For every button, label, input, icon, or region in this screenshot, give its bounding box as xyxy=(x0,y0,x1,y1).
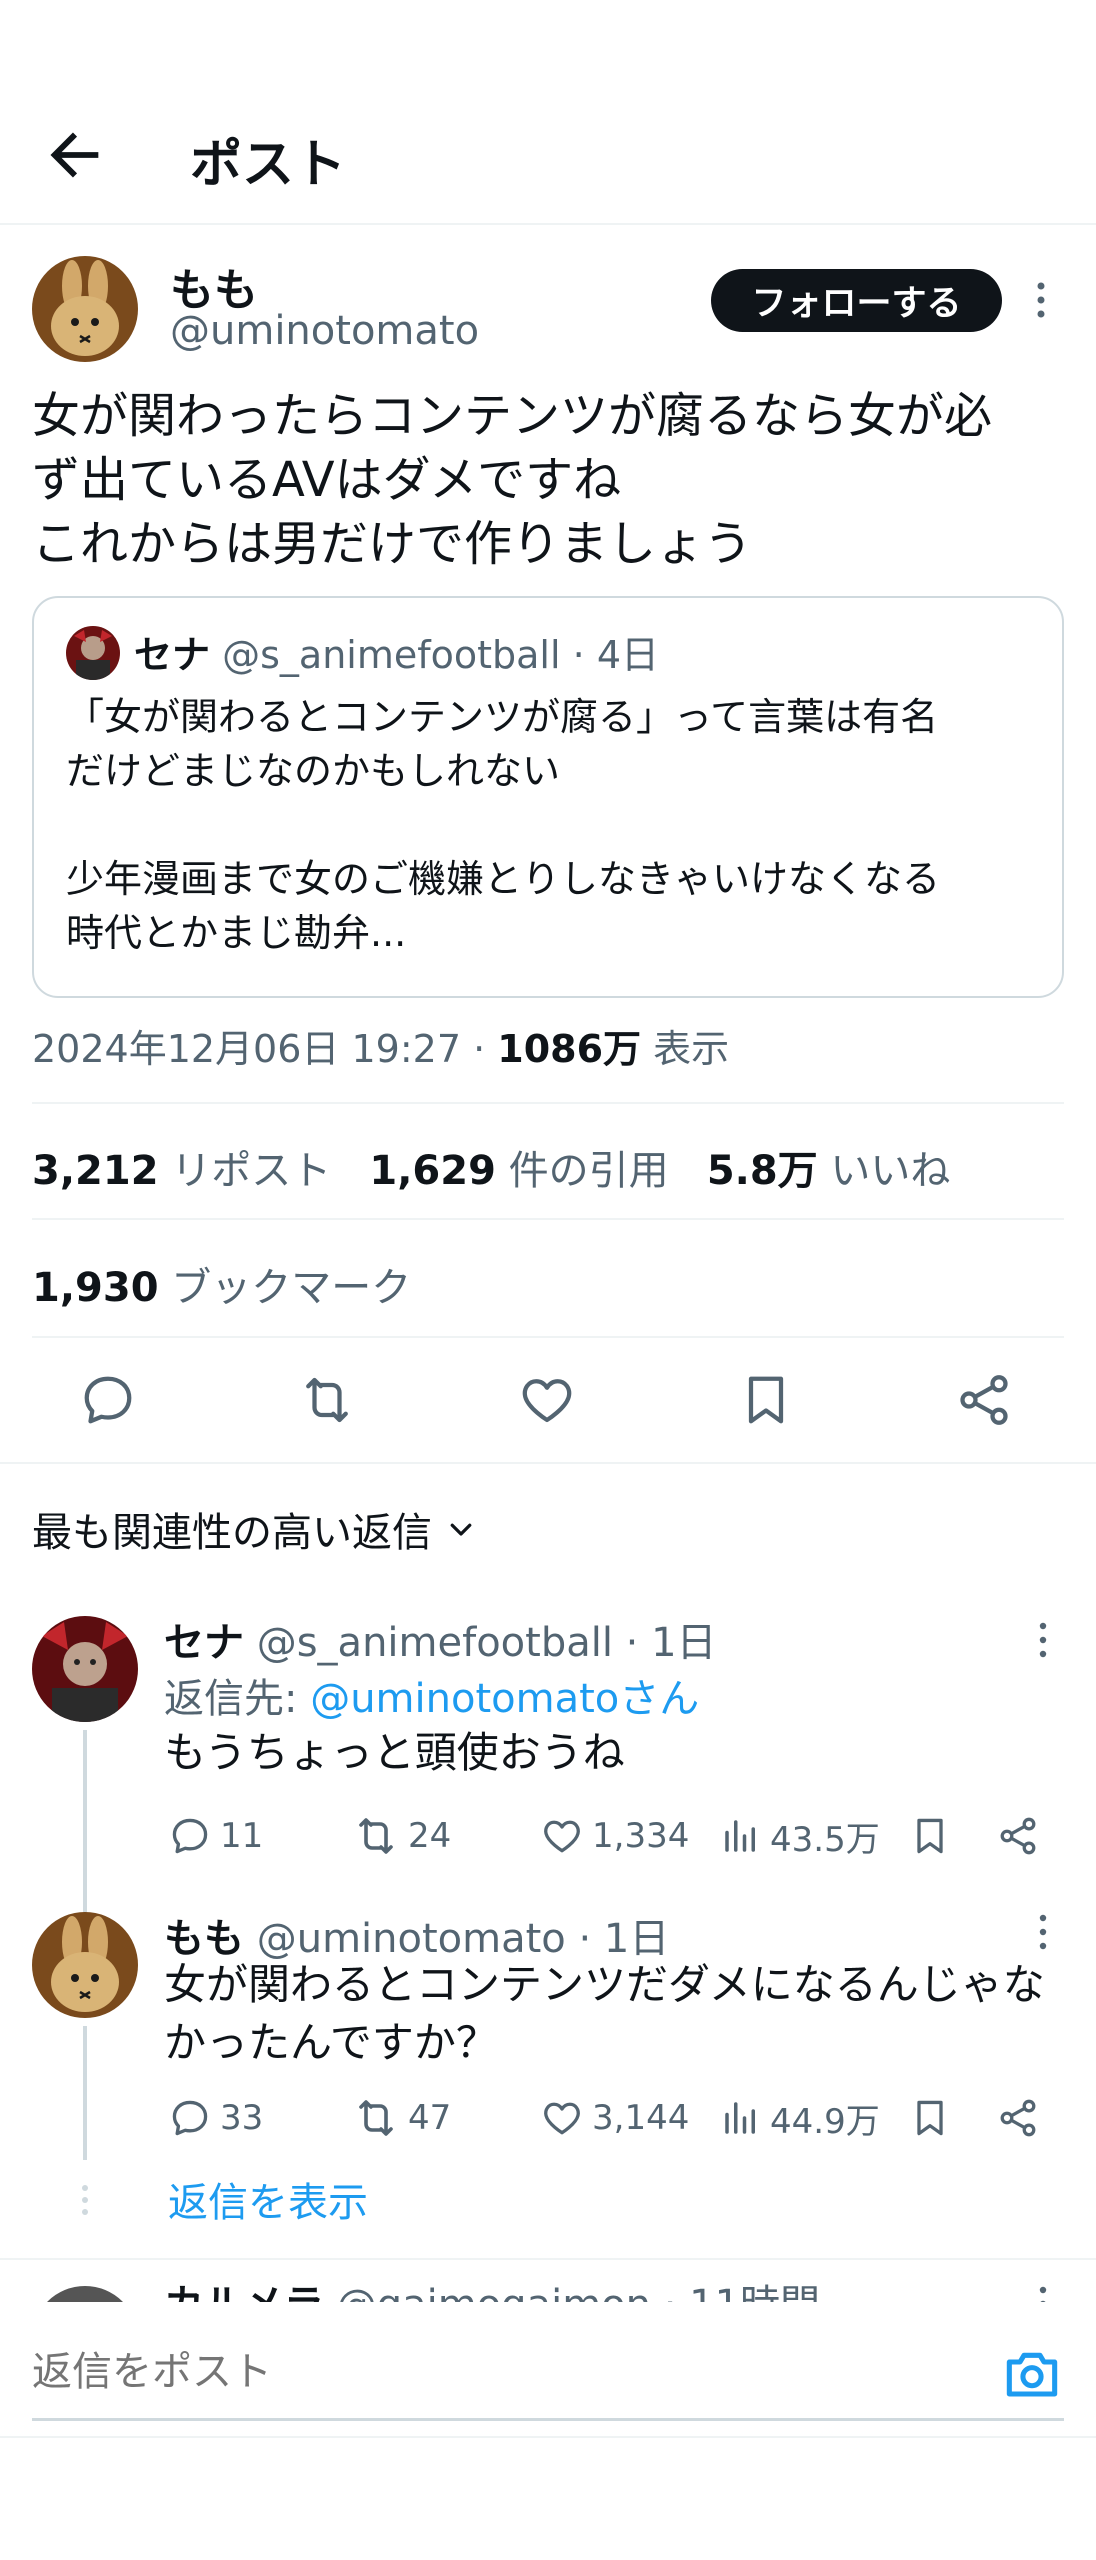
like-count: 1,334 xyxy=(592,1816,690,1856)
avatar[interactable] xyxy=(32,1616,138,1722)
separator-dot: · xyxy=(572,633,585,677)
quotes-count: 1,629 xyxy=(369,1148,496,1194)
divider xyxy=(0,1462,1096,1464)
quoted-author-name: セナ xyxy=(134,633,211,677)
thread-line xyxy=(83,1730,87,1916)
more-vertical-icon[interactable] xyxy=(1028,1618,1058,1662)
divider xyxy=(0,2258,1096,2260)
reply-count: 11 xyxy=(220,1816,264,1856)
reply-author-handle[interactable]: @s_animefootball xyxy=(257,1620,613,1666)
more-vertical-icon[interactable] xyxy=(1026,276,1056,324)
likes-label: いいね xyxy=(830,1148,951,1194)
bookmarks-count: 1,930 xyxy=(32,1265,159,1311)
bookmarks-label: ブックマーク xyxy=(171,1265,412,1311)
post-datetime: 2024年12月06日 19:27 xyxy=(32,1027,462,1071)
quoted-author-handle: @s_animefootball xyxy=(222,633,561,677)
reply-meta: セナ @s_animefootball · 1日 xyxy=(164,1610,717,1668)
reply-input-underline xyxy=(32,2418,1064,2421)
divider xyxy=(32,1336,1064,1338)
bookmark-icon[interactable] xyxy=(908,1814,952,1858)
reply-sort-dropdown[interactable]: 最も関連性の高い返信 xyxy=(32,1500,476,1558)
chevron-down-icon xyxy=(446,1514,476,1544)
comment-icon xyxy=(172,1818,208,1854)
views-count: 43.5万 xyxy=(770,1819,880,1860)
reply-to-prefix: 返信先: xyxy=(164,1676,311,1722)
sort-label: 最も関連性の高い返信 xyxy=(32,1510,432,1556)
reply-text: 女が関わるとコンテンツだダメになるんじゃな かったんですか？ xyxy=(164,1960,1045,2067)
like-count: 3,144 xyxy=(592,2098,690,2138)
more-vertical-icon[interactable] xyxy=(1028,1910,1058,1954)
thread-dots-icon xyxy=(78,2182,92,2218)
bar-chart-icon xyxy=(725,1820,755,1852)
arrow-left-icon[interactable] xyxy=(40,120,110,190)
quoted-post-text: 「女が関わるとコンテンツが腐る」って言葉は有名 だけどまじなのかもしれない 少年… xyxy=(66,695,941,955)
quoted-post-time: 4日 xyxy=(596,633,659,677)
divider xyxy=(32,1218,1064,1220)
share-icon[interactable] xyxy=(954,1370,1014,1430)
page-title: ポスト xyxy=(190,135,347,195)
likes-stat[interactable]: 5.8万 いいね xyxy=(707,1148,951,1194)
reply-views-button[interactable]: 43.5万 xyxy=(720,1812,880,1861)
bookmarks-stat: 1,930 ブックマーク xyxy=(32,1255,411,1313)
quoted-post-card[interactable]: セナ @s_animefootball · 4日 「女が関わるとコンテンツが腐る… xyxy=(32,596,1064,998)
reply-input[interactable] xyxy=(32,2342,982,2402)
bar-chart-icon xyxy=(725,2102,755,2134)
comment-icon xyxy=(172,2100,208,2136)
reply-text: もうちょっと頭使おうね xyxy=(164,1728,625,1777)
separator-dot: · xyxy=(473,1027,486,1071)
author-handle[interactable]: @uminotomato xyxy=(170,308,479,354)
share-icon[interactable] xyxy=(996,1814,1040,1858)
thread-line xyxy=(83,2026,87,2160)
views-label: 表示 xyxy=(653,1027,730,1071)
separator-dot: · xyxy=(625,1620,639,1666)
reposts-label: リポスト xyxy=(171,1148,332,1194)
post-text: 女が関わったらコンテンツが腐るなら女が必 ず出ているAVはダメですね これからは… xyxy=(32,388,993,572)
reposts-count: 3,212 xyxy=(32,1148,159,1194)
views-count: 44.9万 xyxy=(770,2101,880,2142)
bookmark-icon[interactable] xyxy=(908,2096,952,2140)
repost-count: 24 xyxy=(408,1816,452,1856)
reply-actions: 33 47 3,144 44.9万 xyxy=(164,2088,1044,2148)
post-timestamp: 2024年12月06日 19:27 · 1086万 表示 xyxy=(32,1018,729,1073)
reply-repost-button[interactable]: 47 xyxy=(352,2094,451,2142)
repost-icon[interactable] xyxy=(297,1370,357,1430)
reply-like-button[interactable]: 3,144 xyxy=(540,2096,689,2140)
reply-like-button[interactable]: 1,334 xyxy=(540,1814,689,1858)
reply-author-name[interactable]: セナ xyxy=(164,1620,244,1666)
comment-icon[interactable] xyxy=(78,1370,138,1430)
repost-icon xyxy=(359,1818,393,1854)
likes-count: 5.8万 xyxy=(706,1148,818,1194)
reply-reply-button[interactable]: 33 xyxy=(168,2096,263,2140)
follow-button[interactable]: フォローする xyxy=(711,269,1002,332)
avatar[interactable] xyxy=(32,1912,138,2018)
reposts-stat[interactable]: 3,212 リポスト xyxy=(32,1148,331,1194)
engagement-stats: 3,212 リポスト 1,629 件の引用 5.8万 いいね xyxy=(32,1138,950,1196)
camera-icon[interactable] xyxy=(1000,2342,1064,2406)
reply-to-line: 返信先: @uminotomatoさん xyxy=(164,1666,699,1724)
reply-repost-button[interactable]: 24 xyxy=(352,1812,451,1860)
quoted-post-meta: セナ @s_animefootball · 4日 xyxy=(134,624,659,679)
repost-icon xyxy=(359,2100,393,2136)
share-icon[interactable] xyxy=(996,2096,1040,2140)
reply-views-button[interactable]: 44.9万 xyxy=(720,2094,880,2143)
show-replies-link[interactable]: 返信を表示 xyxy=(168,2170,368,2228)
quotes-label: 件の引用 xyxy=(508,1148,669,1194)
quotes-stat[interactable]: 1,629 件の引用 xyxy=(369,1148,668,1194)
views-count: 1086万 xyxy=(497,1027,642,1071)
heart-icon xyxy=(544,1820,580,1853)
avatar[interactable] xyxy=(32,256,138,362)
reply-count: 33 xyxy=(220,2098,264,2138)
reply-time: 1日 xyxy=(651,1620,717,1666)
top-bar xyxy=(0,0,1096,225)
heart-icon[interactable] xyxy=(517,1370,577,1430)
bookmark-icon[interactable] xyxy=(736,1370,796,1430)
divider xyxy=(32,1102,1064,1104)
reply-actions: 11 24 1,334 43.5万 xyxy=(164,1806,1044,1866)
heart-icon xyxy=(544,2102,580,2135)
reply-to-link[interactable]: @uminotomatoさん xyxy=(310,1676,699,1722)
divider xyxy=(0,2436,1096,2438)
reply-reply-button[interactable]: 11 xyxy=(168,1814,263,1858)
repost-count: 47 xyxy=(408,2098,452,2138)
avatar xyxy=(66,626,120,680)
